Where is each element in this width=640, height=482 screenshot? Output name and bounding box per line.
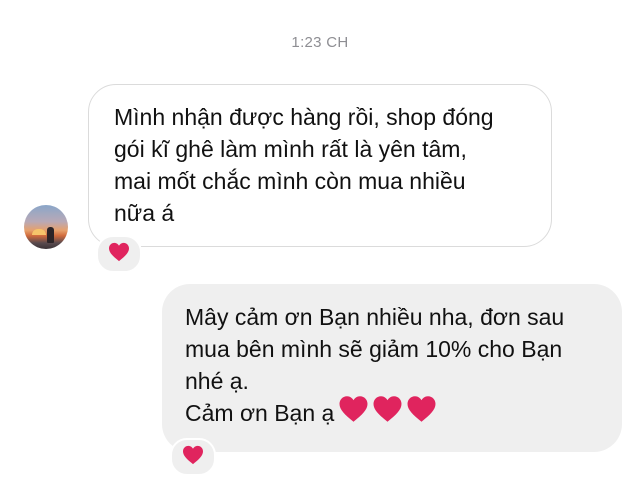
message-line: gói kĩ ghê làm mình rất là yên tâm,	[114, 136, 467, 162]
message-reaction[interactable]	[96, 235, 142, 273]
message-line: Cảm ơn Bạn ạ	[185, 400, 335, 427]
message-reaction[interactable]	[170, 438, 216, 476]
message-line: mua bên mình sẽ giảm 10% cho Bạn	[185, 336, 563, 362]
message-line: Mây cảm ơn Bạn nhiều nha, đơn sau	[185, 304, 565, 330]
red-heart-icon	[108, 242, 130, 267]
avatar-sun-shape	[32, 229, 46, 235]
message-line: Mình nhận được hàng rồi, shop đóng	[114, 104, 494, 130]
message-line: nhé ạ.	[185, 368, 249, 394]
avatar-figure-shape	[47, 227, 54, 243]
incoming-message-bubble[interactable]: Mình nhận được hàng rồi, shop đóng gói k…	[88, 84, 552, 247]
heart-emoji-group	[338, 395, 437, 431]
red-heart-icon	[182, 445, 204, 470]
red-heart-icon	[372, 395, 403, 431]
message-line: mai mốt chắc mình còn mua nhiều	[114, 168, 466, 194]
sender-avatar[interactable]	[24, 205, 68, 249]
message-line: nữa á	[114, 200, 175, 226]
message-line-with-hearts: Cảm ơn Bạn ạ	[185, 395, 600, 433]
red-heart-icon	[338, 395, 369, 431]
red-heart-icon	[406, 395, 437, 431]
outgoing-message-bubble[interactable]: Mây cảm ơn Bạn nhiều nha, đơn sau mua bê…	[162, 284, 622, 452]
message-timestamp: 1:23 CH	[291, 34, 349, 51]
